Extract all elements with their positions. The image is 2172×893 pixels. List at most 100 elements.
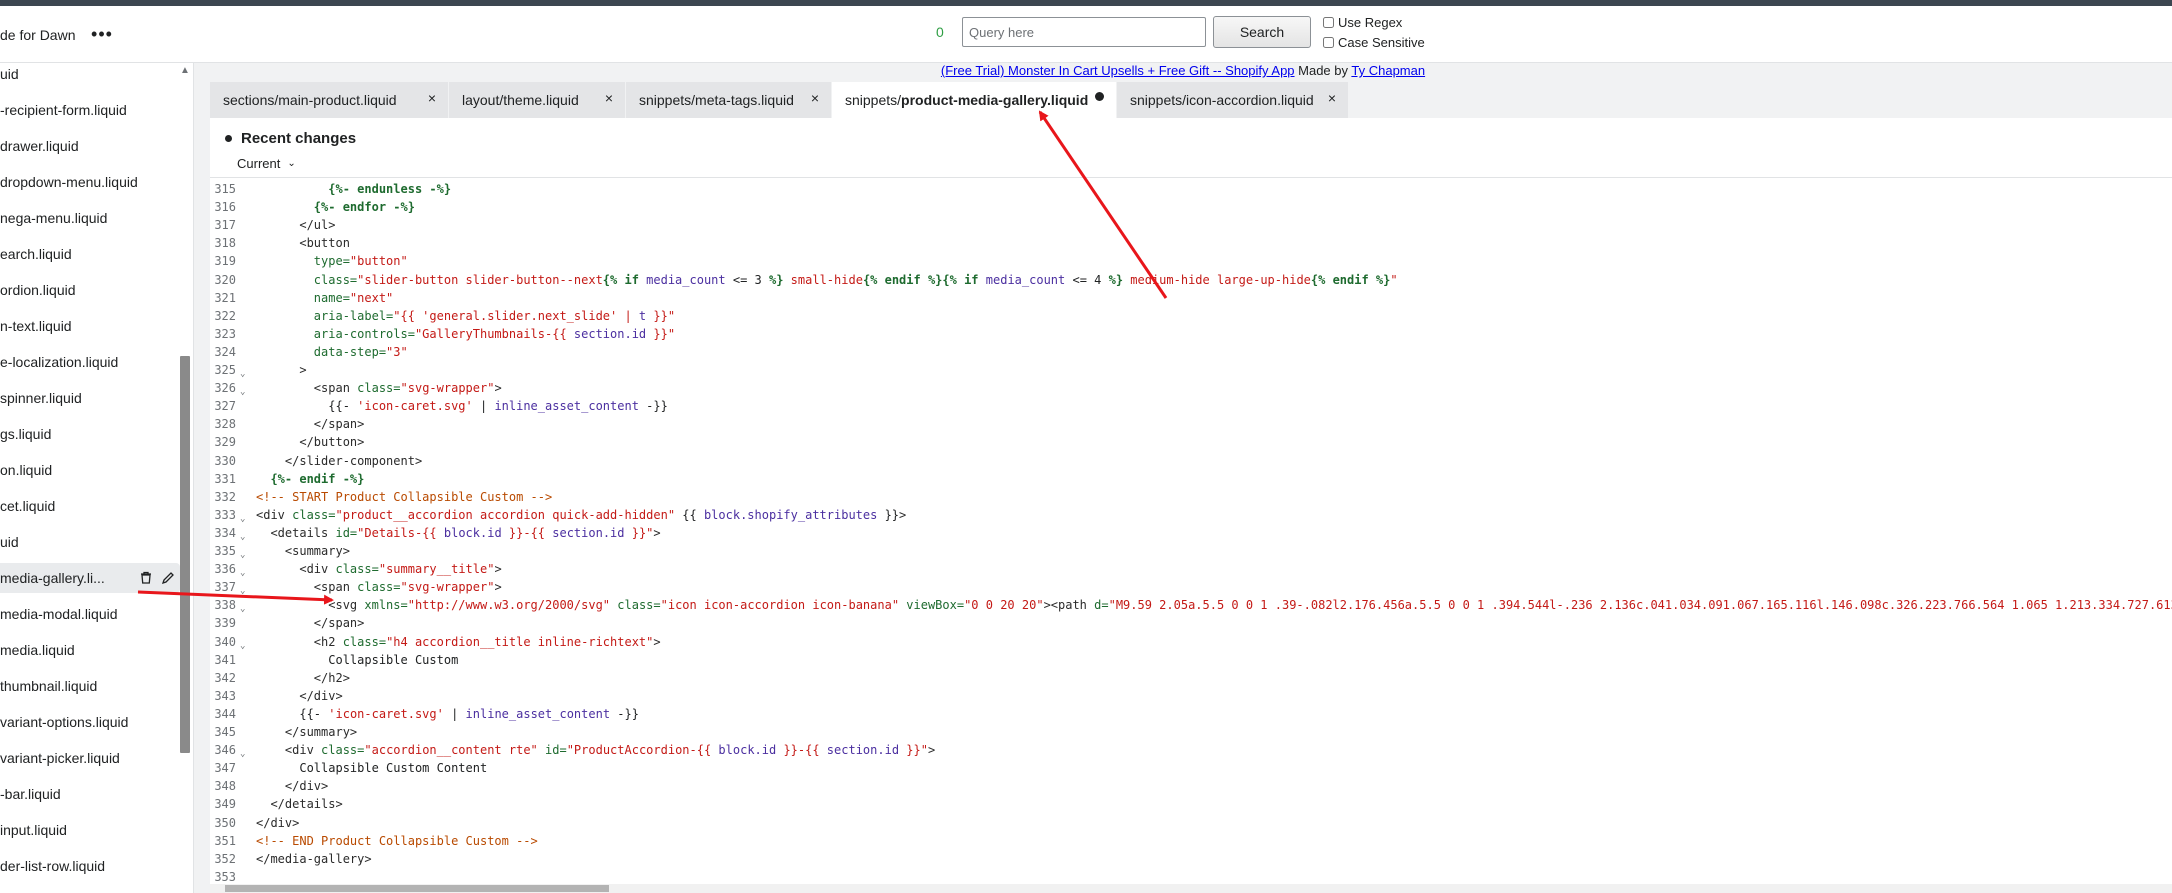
code-text: </span> bbox=[256, 415, 365, 433]
code-token: section.id bbox=[552, 525, 625, 540]
sidebar-file-item[interactable]: -recipient-form.liquid bbox=[0, 95, 180, 125]
code-area[interactable]: 315 {%- endunless -%} 316 {%- endfor -%} 3… bbox=[210, 180, 2172, 882]
sidebar-file-item[interactable]: input.liquid bbox=[0, 815, 180, 845]
sidebar-file-item[interactable]: dropdown-menu.liquid bbox=[0, 167, 180, 197]
code-line: 338 ⌄ <svg xmlns="http://www.w3.org/2000/… bbox=[210, 596, 2172, 614]
scroll-up-icon[interactable]: ▲ bbox=[180, 65, 190, 76]
promo-made-by: Made by bbox=[1294, 63, 1352, 78]
code-token: class= bbox=[617, 598, 661, 613]
code-text: </div> bbox=[256, 814, 299, 832]
tab-file-name: main-product.liquid bbox=[278, 92, 397, 108]
code-line: 318 <button bbox=[210, 234, 2172, 252]
sidebar-file-item[interactable]: thumbnail.liquid bbox=[0, 671, 180, 701]
search-button[interactable]: Search bbox=[1213, 16, 1311, 48]
sidebar-file-item[interactable]: e-localization.liquid bbox=[0, 347, 180, 377]
line-number: 330 bbox=[214, 453, 236, 468]
code-line: 346 ⌄ <div class="accordion__content rte"… bbox=[210, 741, 2172, 759]
case-sensitive-option[interactable]: Case Sensitive bbox=[1323, 35, 1425, 50]
sidebar-file-item[interactable]: n-text.liquid bbox=[0, 311, 180, 341]
code-line: 325 ⌄ > bbox=[210, 361, 2172, 379]
line-number: 318 bbox=[214, 236, 236, 251]
code-token: > bbox=[653, 634, 661, 649]
code-token: "ProductAccordion-{{ bbox=[566, 743, 719, 758]
sidebar-file-item[interactable]: nega-menu.liquid bbox=[0, 203, 180, 233]
use-regex-option[interactable]: Use Regex bbox=[1323, 15, 1402, 30]
code-editor: Recent changes Current ⌄ 315 {%- endunle… bbox=[210, 118, 2172, 893]
sidebar-file-item[interactable]: media-gallery.li... bbox=[0, 563, 180, 593]
tab-file[interactable]: sections/main-product.liquid × bbox=[210, 82, 449, 118]
code-text: <button bbox=[256, 234, 350, 252]
promo-link[interactable]: (Free Trial) Monster In Cart Upsells + F… bbox=[941, 63, 1295, 78]
close-icon[interactable]: × bbox=[428, 90, 436, 106]
trash-icon[interactable] bbox=[138, 570, 154, 586]
code-line: 339 </span> bbox=[210, 614, 2172, 632]
code-text: aria-label="{{ 'general.slider.next_slid… bbox=[256, 307, 675, 325]
sidebar-file-item[interactable]: ordion.liquid bbox=[0, 275, 180, 305]
author-link[interactable]: Ty Chapman bbox=[1351, 63, 1425, 78]
code-text: </span> bbox=[256, 614, 365, 632]
line-number: 328 bbox=[214, 417, 236, 432]
tab-file[interactable]: snippets/meta-tags.liquid × bbox=[626, 82, 832, 118]
code-text: aria-controls="GalleryThumbnails-{{ sect… bbox=[256, 325, 675, 343]
line-number: 321 bbox=[214, 290, 236, 305]
close-icon[interactable]: × bbox=[605, 90, 613, 106]
line-number: 327 bbox=[214, 399, 236, 414]
horizontal-scrollbar[interactable] bbox=[210, 884, 2172, 893]
search-input[interactable] bbox=[962, 17, 1206, 47]
sidebar-file-item[interactable]: on.liquid bbox=[0, 455, 180, 485]
code-line: 349 </details> bbox=[210, 795, 2172, 813]
sidebar-file-item[interactable]: variant-picker.liquid bbox=[0, 743, 180, 773]
sidebar-file-item[interactable]: uid bbox=[0, 527, 180, 557]
line-number: 326 bbox=[214, 381, 236, 396]
recent-changes[interactable]: Recent changes bbox=[225, 130, 356, 147]
horizontal-scrollbar-thumb[interactable] bbox=[225, 885, 609, 892]
sidebar-scrollbar[interactable] bbox=[180, 356, 190, 753]
code-token: <div bbox=[256, 507, 293, 522]
tab-path-prefix: layout/ bbox=[462, 92, 504, 108]
code-text: </div> bbox=[256, 687, 342, 705]
code-token: }}" bbox=[624, 525, 654, 540]
tab-file[interactable]: snippets/product-media-gallery.liquid bbox=[832, 82, 1117, 118]
close-icon[interactable]: × bbox=[811, 90, 819, 106]
tab-file[interactable]: layout/theme.liquid × bbox=[449, 82, 626, 118]
more-actions-button[interactable]: ••• bbox=[90, 22, 114, 46]
sidebar-file-item[interactable]: der-list-row.liquid bbox=[0, 851, 180, 881]
code-token: > bbox=[927, 743, 936, 758]
case-sensitive-checkbox[interactable] bbox=[1323, 37, 1334, 48]
sidebar-file-item[interactable]: variant-options.liquid bbox=[0, 707, 180, 737]
code-token: Collapsible Custom bbox=[256, 652, 459, 667]
file-tabs: sections/main-product.liquid × layout/them… bbox=[210, 82, 1349, 118]
code-token: {{- bbox=[299, 706, 329, 721]
sidebar-file-item[interactable]: media.liquid bbox=[0, 635, 180, 665]
sidebar-file-item[interactable]: drawer.liquid bbox=[0, 131, 180, 161]
code-token: inline_asset_content bbox=[494, 399, 639, 414]
code-token: </media-gallery> bbox=[256, 851, 372, 866]
code-token: id= bbox=[545, 743, 567, 758]
code-token: "product__accordion accordion quick-add-… bbox=[335, 507, 676, 522]
sidebar-file-item[interactable]: -bar.liquid bbox=[0, 779, 180, 809]
code-token: class= bbox=[313, 272, 358, 287]
code-token: "M9.59 2.05a.5.5 0 0 1 .39-.082l2.176.45… bbox=[1108, 598, 2172, 613]
use-regex-checkbox[interactable] bbox=[1323, 17, 1334, 28]
close-icon[interactable]: × bbox=[1328, 90, 1336, 106]
sidebar-file-item[interactable]: media-modal.liquid bbox=[0, 599, 180, 629]
code-token: inline_asset_content bbox=[465, 706, 611, 721]
code-token: }}" bbox=[899, 743, 928, 758]
pencil-icon[interactable] bbox=[160, 570, 176, 586]
tab-file[interactable]: snippets/icon-accordion.liquid × bbox=[1117, 82, 1349, 118]
sidebar-file-item[interactable]: spinner.liquid bbox=[0, 383, 180, 413]
tab-file-name: theme.liquid bbox=[503, 92, 579, 108]
code-text: > bbox=[256, 361, 306, 379]
unsaved-dot-icon[interactable] bbox=[1095, 92, 1104, 101]
sidebar-file-item[interactable]: gs.liquid bbox=[0, 419, 180, 449]
sidebar-file-item[interactable]: earch.liquid bbox=[0, 239, 180, 269]
version-select[interactable]: Current ⌄ bbox=[237, 156, 296, 171]
sidebar-file-item[interactable]: uid bbox=[0, 63, 180, 89]
code-text: </summary> bbox=[256, 723, 357, 741]
sidebar-file-item[interactable]: cet.liquid bbox=[0, 491, 180, 521]
